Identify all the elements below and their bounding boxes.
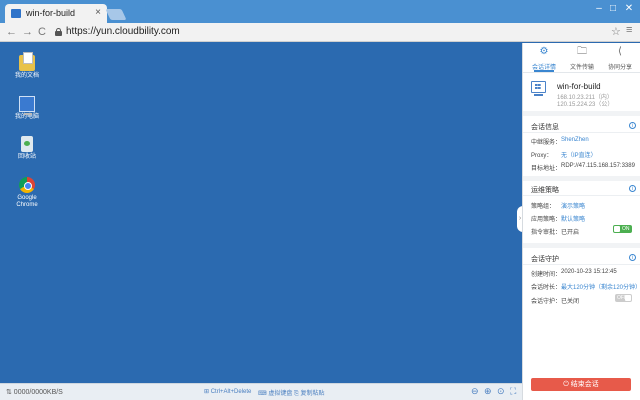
browser-tab-bar: win-for-build × – □ ✕ bbox=[0, 0, 640, 23]
tab-close-icon[interactable]: × bbox=[95, 7, 101, 18]
session-guard-row: 会话守护： 已关闭 bbox=[531, 296, 579, 305]
folder-docs-icon bbox=[19, 52, 35, 71]
session-duration-label: 会话时长： bbox=[531, 285, 562, 291]
desktop-icon-recycle-bin[interactable]: 回收站 bbox=[6, 136, 48, 161]
command-audit-value: 已开启 bbox=[561, 230, 580, 236]
window-minimize-button[interactable]: – bbox=[592, 2, 606, 16]
target-label: 目标地址： bbox=[531, 166, 562, 172]
computer-icon bbox=[19, 96, 35, 115]
command-audit-row: 指令审批： 已开启 bbox=[531, 227, 579, 236]
monitor-stand bbox=[534, 94, 543, 96]
desktop-icon-label: 我的电脑 bbox=[14, 114, 39, 120]
share-icon: ⟨ bbox=[618, 46, 622, 57]
tab-title: win-for-build bbox=[26, 8, 76, 18]
desktop-icon-chrome[interactable]: Google Chrome bbox=[6, 177, 48, 209]
info-icon[interactable]: i bbox=[629, 122, 636, 129]
info-icon[interactable]: i bbox=[629, 185, 636, 192]
remote-status-bar: ⇅ 0000/0000KB/S ⊞ Ctrl+Alt+Delete ⌨ 虚拟键盘… bbox=[0, 383, 522, 400]
file-transfer-icon: 🗀 bbox=[577, 46, 587, 57]
end-session-button[interactable]: ⏻ 结束会话 bbox=[531, 378, 631, 391]
tab-label: 协同分享 bbox=[607, 65, 632, 71]
target-row: 目标地址： RDP://47.115.168.157:3389 bbox=[531, 163, 635, 172]
section-title-control-policy: 运维策略 bbox=[531, 187, 559, 194]
toggle-state: ON bbox=[622, 226, 630, 232]
apply-policy-row: 应用策略： 默认策略 bbox=[531, 214, 585, 223]
section-divider bbox=[523, 111, 640, 116]
forward-arrow-icon[interactable]: → bbox=[22, 25, 33, 39]
windows-host-icon bbox=[531, 81, 546, 93]
session-guard-value: 已关闭 bbox=[561, 299, 580, 305]
clipboard-button[interactable]: ⎘ 复制粘贴 bbox=[294, 388, 324, 398]
host-name: win-for-build bbox=[557, 82, 601, 91]
window-maximize-button[interactable]: □ bbox=[606, 2, 620, 16]
zoom-in-icon[interactable]: ⊕ bbox=[484, 386, 492, 397]
toggle-knob bbox=[614, 226, 620, 232]
section-divider bbox=[523, 176, 640, 181]
section-divider bbox=[523, 243, 640, 248]
fullscreen-icon[interactable]: ⛶ bbox=[510, 386, 516, 397]
session-duration-value[interactable]: 最大120分钟（剩余120分钟） bbox=[561, 282, 640, 291]
browser-toolbar: ← → C https://yun.cloudbility.com ☆ ≡ bbox=[0, 23, 640, 42]
divider bbox=[523, 132, 640, 133]
desktop-icon-my-computer[interactable]: 我的电脑 bbox=[6, 96, 48, 121]
gear-icon: ⚙ bbox=[539, 46, 549, 57]
relay-row: 中继服务： ShenZhen bbox=[531, 137, 589, 146]
divider bbox=[523, 72, 640, 73]
desktop-icon-label: Google Chrome bbox=[16, 195, 38, 208]
info-icon[interactable]: i bbox=[629, 254, 636, 261]
favicon-icon bbox=[11, 9, 21, 18]
address-bar[interactable]: https://yun.cloudbility.com bbox=[66, 26, 180, 37]
lock-icon bbox=[55, 28, 62, 36]
command-audit-label: 指令审批： bbox=[531, 230, 562, 236]
back-arrow-icon[interactable]: ← bbox=[6, 25, 17, 39]
divider bbox=[523, 264, 640, 265]
command-audit-toggle[interactable]: ON bbox=[613, 225, 632, 233]
toggle-knob bbox=[625, 295, 631, 301]
created-time-label: 创建时间： bbox=[531, 272, 562, 278]
fit-screen-icon[interactable]: ⊙ bbox=[497, 386, 505, 397]
created-time-value: 2020-10-23 15:12:45 bbox=[561, 269, 617, 275]
recycle-bin-icon bbox=[21, 136, 33, 152]
remote-desktop[interactable]: 我的文档 我的电脑 回收站 Google Chrome bbox=[0, 43, 522, 383]
proxy-value[interactable]: 无（IP直连） bbox=[561, 150, 597, 159]
bookmark-star-icon[interactable]: ☆ bbox=[611, 25, 621, 38]
browser-tab[interactable]: win-for-build × bbox=[5, 4, 107, 23]
section-title-session-info: 会话信息 bbox=[531, 124, 559, 131]
section-title-session-guard: 会话守护 bbox=[531, 256, 559, 263]
policy-group-row: 策略组： 演示策略 bbox=[531, 201, 585, 210]
reload-icon[interactable]: C bbox=[38, 25, 46, 39]
desktop-icon-my-documents[interactable]: 我的文档 bbox=[6, 52, 48, 80]
transfer-speed: ⇅ 0000/0000KB/S bbox=[6, 389, 63, 396]
divider bbox=[523, 195, 640, 196]
window-close-button[interactable]: ✕ bbox=[621, 2, 637, 16]
session-duration-row: 会话时长： 最大120分钟（剩余120分钟） bbox=[531, 282, 640, 291]
tab-label: 文件传输 bbox=[569, 65, 594, 71]
proxy-row: Proxy： 无（IP直连） bbox=[531, 150, 597, 159]
relay-label: 中继服务： bbox=[531, 140, 562, 146]
session-side-panel: ⚙ 会话详情 🗀 文件传输 ⟨ 协同分享 win-for-build 168.1… bbox=[522, 43, 640, 400]
relay-value[interactable]: ShenZhen bbox=[561, 137, 589, 143]
virtual-keyboard-button[interactable]: ⌨ 虚拟键盘 bbox=[258, 388, 292, 397]
tab-collaborative-share[interactable]: ⟨ 协同分享 bbox=[601, 46, 639, 71]
host-public-ip: 120.15.224.23（公） bbox=[557, 102, 614, 108]
new-tab-button[interactable] bbox=[105, 9, 127, 20]
desktop-icon-label: 我的文档 bbox=[14, 73, 39, 79]
target-value: RDP://47.115.168.157:3389 bbox=[561, 163, 635, 169]
tab-file-transfer[interactable]: 🗀 文件传输 bbox=[563, 46, 601, 71]
policy-group-value[interactable]: 演示策略 bbox=[561, 201, 585, 210]
apply-policy-value[interactable]: 默认策略 bbox=[561, 214, 585, 223]
session-guard-label: 会话守护： bbox=[531, 299, 562, 305]
ctrl-alt-delete-button[interactable]: ⊞ Ctrl+Alt+Delete bbox=[204, 388, 251, 395]
browser-menu-icon[interactable]: ≡ bbox=[626, 24, 632, 36]
session-guard-toggle[interactable]: OFF bbox=[615, 294, 632, 302]
policy-group-label: 策略组： bbox=[531, 204, 556, 210]
desktop-icon-label: 回收站 bbox=[17, 154, 36, 160]
chrome-icon bbox=[19, 177, 35, 193]
zoom-out-icon[interactable]: ⊖ bbox=[471, 386, 479, 397]
proxy-label: Proxy： bbox=[531, 153, 553, 159]
created-time-row: 创建时间： 2020-10-23 15:12:45 bbox=[531, 269, 617, 278]
tab-session-details[interactable]: ⚙ 会话详情 bbox=[525, 46, 563, 71]
apply-policy-label: 应用策略： bbox=[531, 217, 562, 223]
